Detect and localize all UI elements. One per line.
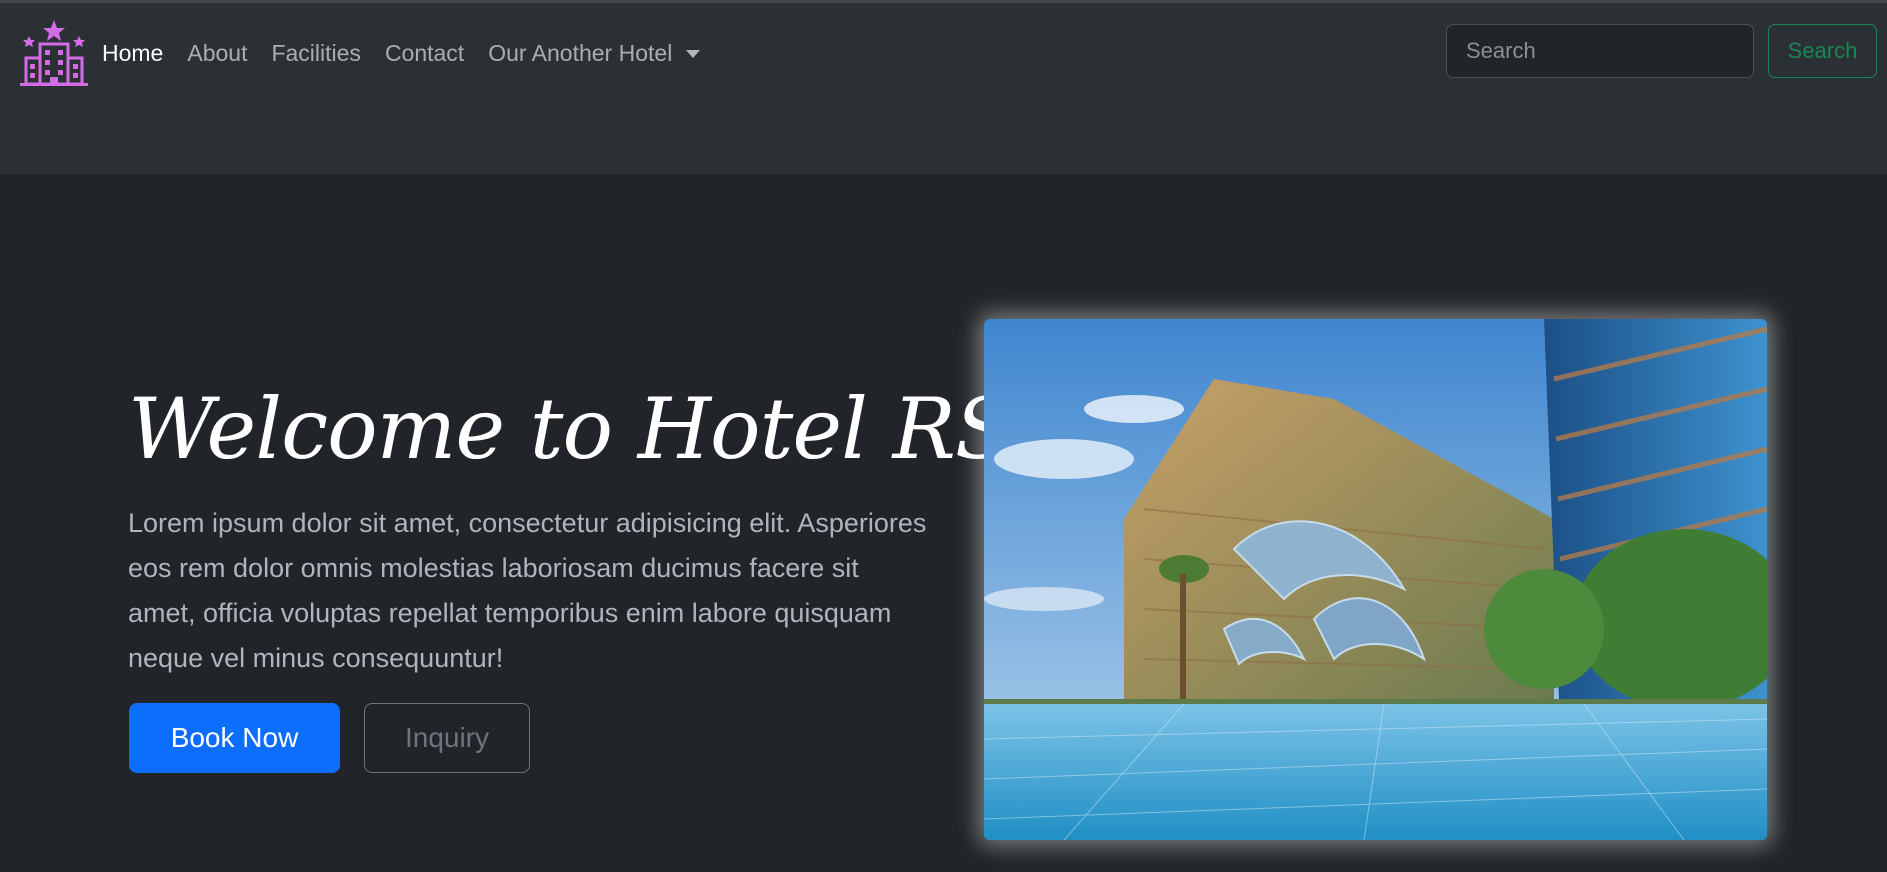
search-button[interactable]: Search [1768,24,1877,78]
inquiry-button[interactable]: Inquiry [364,703,530,773]
caret-down-icon [686,49,701,58]
navbar: Home About Facilities Contact Our Anothe… [0,3,1887,174]
nav-link-home[interactable]: Home [102,40,163,67]
nav-link-contact[interactable]: Contact [385,40,464,67]
hotel-logo-icon[interactable] [20,18,88,88]
nav-dropdown-label: Our Another Hotel [488,40,673,66]
book-now-button[interactable]: Book Now [129,703,340,773]
nav-dropdown-another-hotel[interactable]: Our Another Hotel [488,40,701,67]
search-input[interactable] [1446,24,1754,78]
hero-description: Lorem ipsum dolor sit amet, consectetur … [128,508,927,673]
nav-link-about[interactable]: About [187,40,247,67]
nav-links: Home About Facilities Contact Our Anothe… [102,40,724,67]
hotel-photo [984,319,1767,840]
nav-link-facilities[interactable]: Facilities [271,40,360,67]
hero-title: Welcome to Hotel RS [128,380,1012,478]
